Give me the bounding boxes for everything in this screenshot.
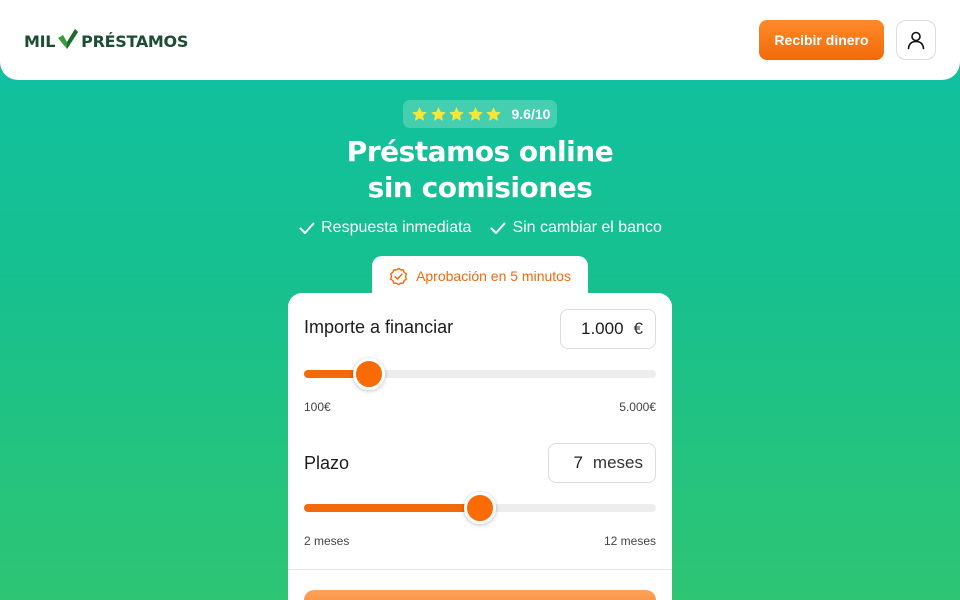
check-icon <box>490 222 506 234</box>
amount-slider-track[interactable] <box>304 358 656 390</box>
logo-check-icon <box>58 29 79 49</box>
benefit-item: Respuesta inmediata <box>298 219 471 237</box>
rating-stars <box>412 107 505 122</box>
term-max-label: 12 meses <box>603 534 656 548</box>
term-unit: meses <box>592 453 643 472</box>
user-account-button[interactable] <box>896 20 936 60</box>
logo-text-left: MIL <box>24 31 56 51</box>
brand-logo[interactable]: MIL PRÉSTAMOS <box>24 28 188 54</box>
term-input[interactable]: 7 meses <box>548 443 656 483</box>
term-min-label: 2 meses <box>304 534 350 548</box>
amount-slider-thumb[interactable] <box>352 358 385 390</box>
benefits-list: Respuesta inmediata Sin cambiar el banco <box>0 216 960 240</box>
amount-min-label: 100€ <box>304 400 331 414</box>
amount-unit: € <box>633 319 643 338</box>
logo-text-right: PRÉSTAMOS <box>81 31 189 51</box>
benefit-label: Respuesta inmediata <box>321 219 472 236</box>
amount-max-label: 5.000€ <box>619 400 656 414</box>
approval-tab: Aprobación en 5 minutos <box>372 256 588 296</box>
benefit-label: Sin cambiar el banco <box>512 219 662 236</box>
rating-badge: 9.6/10 <box>403 100 557 128</box>
check-icon <box>299 222 315 234</box>
term-slider-thumb[interactable] <box>464 492 496 524</box>
top-header: MIL PRÉSTAMOS Recibir dinero <box>0 0 960 80</box>
title-line-1: Préstamos online <box>346 135 614 168</box>
term-label: Plazo <box>304 453 350 473</box>
rating-value: 9.6/10 <box>511 106 551 122</box>
title-line-2: sin comisiones <box>367 171 593 204</box>
benefit-item: Sin cambiar el banco <box>489 219 662 237</box>
star-icon <box>449 107 464 121</box>
term-slider-track[interactable] <box>304 492 656 524</box>
amount-label: Importe a financiar <box>304 317 454 337</box>
approval-label: Aprobación en 5 minutos <box>416 268 571 284</box>
star-icon <box>412 107 427 121</box>
user-icon <box>907 31 925 50</box>
term-slider-fill <box>304 504 480 512</box>
submit-button[interactable] <box>304 590 656 600</box>
check-circle-icon <box>390 267 408 285</box>
amount-input[interactable]: 1.000 € <box>560 309 656 349</box>
star-icon <box>468 107 482 121</box>
term-value: 7 <box>573 453 583 472</box>
page-title: Préstamos online sin comisiones <box>0 134 960 206</box>
loan-calculator-card: Importe a financiar 1.000 € 100€ 5.000€ … <box>288 293 672 600</box>
card-divider <box>288 569 672 570</box>
receive-money-button[interactable]: Recibir dinero <box>759 20 884 60</box>
amount-value: 1.000 <box>580 319 624 338</box>
star-icon <box>486 107 501 121</box>
star-icon <box>431 107 445 121</box>
